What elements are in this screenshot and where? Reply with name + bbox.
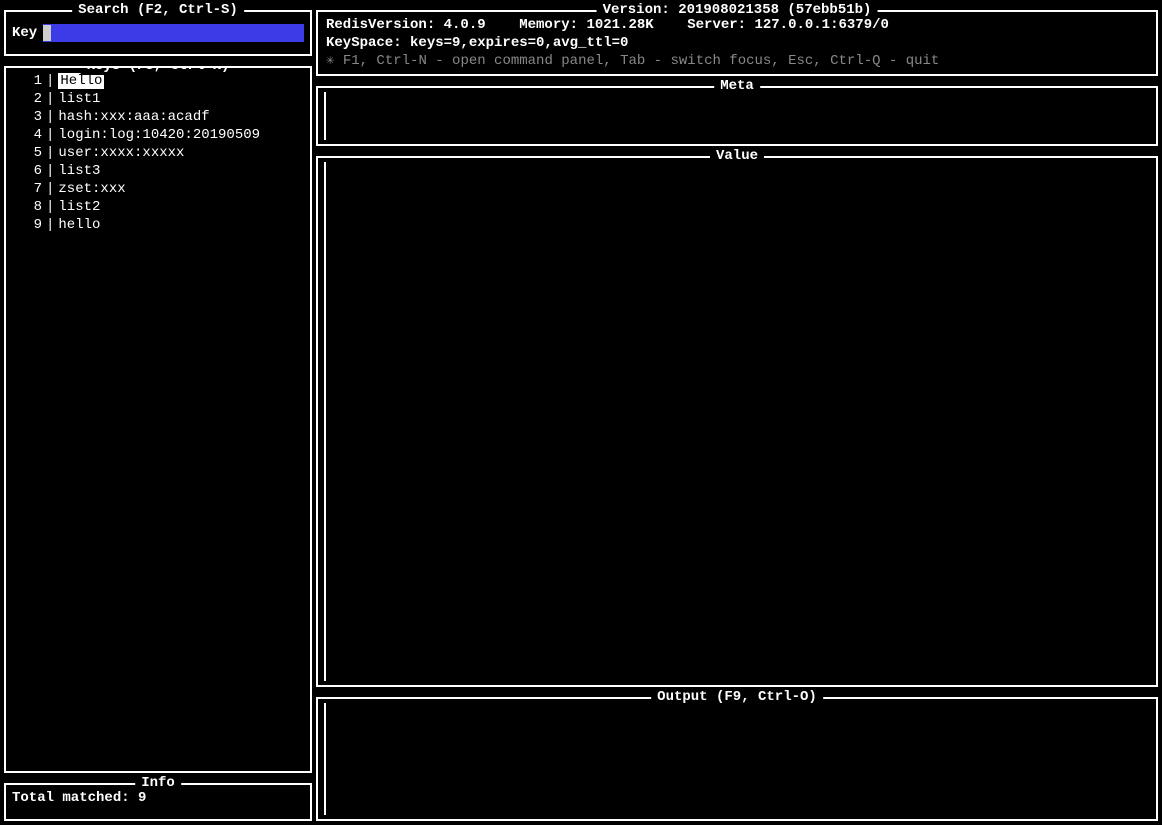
separator: | (42, 216, 58, 234)
separator: | (42, 180, 58, 198)
list-item[interactable]: 6|list3 (12, 162, 304, 180)
list-item[interactable]: 8|list2 (12, 198, 304, 216)
key-index: 9 (14, 216, 42, 234)
key-index: 8 (14, 198, 42, 216)
key-name: list2 (58, 198, 100, 216)
output-panel[interactable]: Output (F9, Ctrl-O) (316, 697, 1158, 821)
key-name: zset:xxx (58, 180, 125, 198)
separator: | (42, 198, 58, 216)
key-index: 3 (14, 108, 42, 126)
separator: | (42, 126, 58, 144)
search-input[interactable] (43, 24, 304, 42)
separator: | (42, 162, 58, 180)
key-name: list1 (58, 90, 100, 108)
key-name: login:log:10420:20190509 (58, 126, 260, 144)
key-index: 6 (14, 162, 42, 180)
header-hint: ✳ F1, Ctrl-N - open command panel, Tab -… (326, 52, 1148, 70)
list-item[interactable]: 4|login:log:10420:20190509 (12, 126, 304, 144)
list-item[interactable]: 5|user:xxxx:xxxxx (12, 144, 304, 162)
keys-title: Keys (F3, Ctrl-K) (81, 66, 236, 75)
info-panel: Info Total matched: 9 (4, 783, 312, 821)
keys-list[interactable]: 1|Hello2|list13|hash:xxx:aaa:acadf4|logi… (12, 72, 304, 234)
key-name: user:xxxx:xxxxx (58, 144, 184, 162)
separator: | (42, 90, 58, 108)
key-index: 1 (14, 72, 42, 90)
header-title: Version: 201908021358 (57ebb51b) (597, 1, 878, 19)
header-panel: Version: 201908021358 (57ebb51b) RedisVe… (316, 10, 1158, 76)
key-name: list3 (58, 162, 100, 180)
list-item[interactable]: 7|zset:xxx (12, 180, 304, 198)
text-cursor (43, 25, 51, 41)
list-item[interactable]: 9|hello (12, 216, 304, 234)
key-index: 5 (14, 144, 42, 162)
search-panel: Search (F2, Ctrl-S) Key (4, 10, 312, 56)
key-name: hash:xxx:aaa:acadf (58, 108, 209, 126)
key-index: 4 (14, 126, 42, 144)
meta-panel: Meta (316, 86, 1158, 146)
key-index: 7 (14, 180, 42, 198)
keys-panel: Keys (F3, Ctrl-K) 1|Hello2|list13|hash:x… (4, 66, 312, 773)
separator: | (42, 144, 58, 162)
value-panel[interactable]: Value (316, 156, 1158, 687)
key-index: 2 (14, 90, 42, 108)
search-title: Search (F2, Ctrl-S) (72, 1, 244, 19)
separator: | (42, 108, 58, 126)
list-item[interactable]: 2|list1 (12, 90, 304, 108)
separator: | (42, 72, 58, 90)
info-title: Info (135, 774, 181, 792)
search-label: Key (12, 24, 37, 42)
header-line-2: KeySpace: keys=9,expires=0,avg_ttl=0 (326, 34, 1148, 52)
key-name: hello (58, 216, 100, 234)
list-item[interactable]: 3|hash:xxx:aaa:acadf (12, 108, 304, 126)
